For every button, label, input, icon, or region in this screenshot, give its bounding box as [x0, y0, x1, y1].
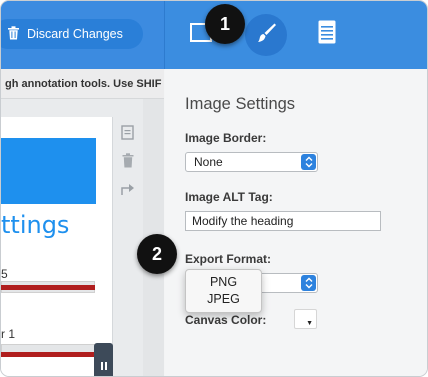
image-border-value: None [194, 155, 223, 169]
canvas-scroll-handle[interactable] [94, 343, 113, 376]
export-option-jpeg[interactable]: JPEG [186, 291, 261, 308]
canvas-heading: ttings [1, 211, 70, 239]
toolbar-divider [164, 1, 165, 69]
caret-down-icon: ▼ [306, 320, 313, 327]
image-alt-label: Image ALT Tag: [185, 190, 273, 204]
canvas-label-2: r 1 [1, 327, 16, 341]
brush-icon [254, 21, 278, 50]
canvas-header-block [1, 138, 96, 204]
trash-icon [7, 25, 20, 43]
copy-tool-button[interactable] [118, 124, 138, 146]
instruction-text: gh annotation tools. Use SHIF [1, 69, 164, 99]
share-icon [120, 182, 136, 201]
canvas-underline-2 [1, 352, 95, 357]
canvas-underline-1 [1, 285, 95, 290]
canvas-label-1: 5 [1, 267, 8, 281]
discard-changes-label: Discard Changes [27, 27, 123, 41]
app-window: Discard Changes gh annotation tools. Use… [0, 0, 428, 377]
delete-tool-button[interactable] [118, 153, 138, 173]
step-badge-2: 2 [137, 234, 177, 274]
delete-icon [122, 153, 134, 173]
export-format-select[interactable] [259, 273, 318, 293]
tab-image-settings[interactable] [245, 14, 287, 56]
settings-title: Image Settings [185, 95, 296, 113]
canvas-color-picker[interactable]: ▼ [294, 309, 317, 329]
chevron-updown-icon [301, 154, 316, 170]
export-format-dropdown: PNG JPEG [185, 269, 262, 313]
export-option-png[interactable]: PNG [186, 274, 261, 291]
copy-icon [121, 124, 135, 146]
tab-document[interactable] [316, 20, 338, 49]
export-format-label: Export Format: [185, 252, 272, 266]
pause-icon [100, 357, 108, 375]
step-badge-1: 1 [205, 4, 245, 44]
canvas-color-label: Canvas Color: [185, 313, 267, 327]
chevron-updown-icon [301, 275, 316, 291]
image-border-select[interactable]: None [185, 152, 318, 172]
image-border-label: Image Border: [185, 131, 267, 145]
discard-changes-button[interactable]: Discard Changes [1, 19, 143, 49]
image-alt-input[interactable]: Modify the heading [185, 211, 381, 231]
document-icon [318, 20, 336, 49]
share-tool-button[interactable] [118, 181, 138, 201]
